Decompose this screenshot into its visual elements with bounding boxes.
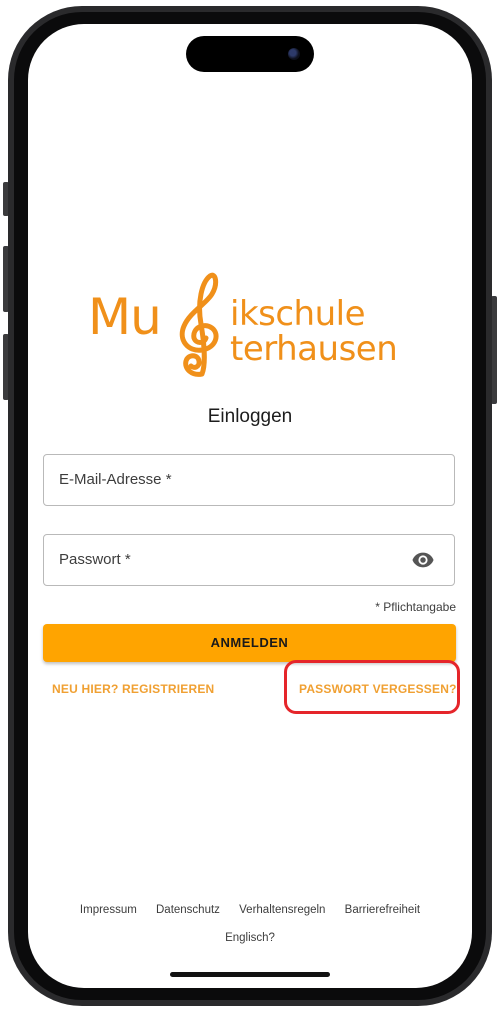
footer-link-datenschutz[interactable]: Datenschutz bbox=[156, 904, 220, 916]
dynamic-island bbox=[186, 36, 314, 72]
logo-text-mu: Mu bbox=[88, 288, 162, 346]
page-title: Einloggen bbox=[207, 406, 293, 427]
footer-link-impressum[interactable]: Impressum bbox=[80, 904, 137, 916]
footer-link-barrierefreiheit[interactable]: Barrierefreiheit bbox=[345, 904, 420, 916]
logo-text-terhausen: terhausen bbox=[230, 329, 398, 369]
camera-icon bbox=[288, 48, 300, 60]
phone-screen: Mu ikschule terhausen Einloggen E-Mail-A… bbox=[28, 24, 472, 988]
eye-icon[interactable] bbox=[412, 551, 434, 569]
highlight-box bbox=[284, 660, 460, 714]
required-note: * Pflichtangabe bbox=[375, 600, 456, 614]
email-field[interactable]: E-Mail-Adresse * bbox=[43, 454, 455, 506]
musikschule-logo: Mu ikschule terhausen bbox=[84, 272, 420, 378]
language-link[interactable]: Englisch? bbox=[28, 932, 472, 944]
footer-link-verhaltensregeln[interactable]: Verhaltensregeln bbox=[239, 904, 325, 916]
password-label: Passwort * bbox=[59, 551, 131, 568]
treble-clef-icon bbox=[179, 272, 219, 377]
email-label: E-Mail-Adresse * bbox=[59, 471, 172, 488]
footer-links: Impressum Datenschutz Verhaltensregeln B… bbox=[28, 904, 472, 916]
logo-text-ikschule: ikschule bbox=[230, 294, 366, 334]
login-button[interactable]: ANMELDEN bbox=[43, 624, 456, 662]
register-link[interactable]: NEU HIER? REGISTRIEREN bbox=[52, 682, 214, 696]
password-field[interactable]: Passwort * bbox=[43, 534, 455, 586]
home-indicator bbox=[170, 972, 330, 977]
